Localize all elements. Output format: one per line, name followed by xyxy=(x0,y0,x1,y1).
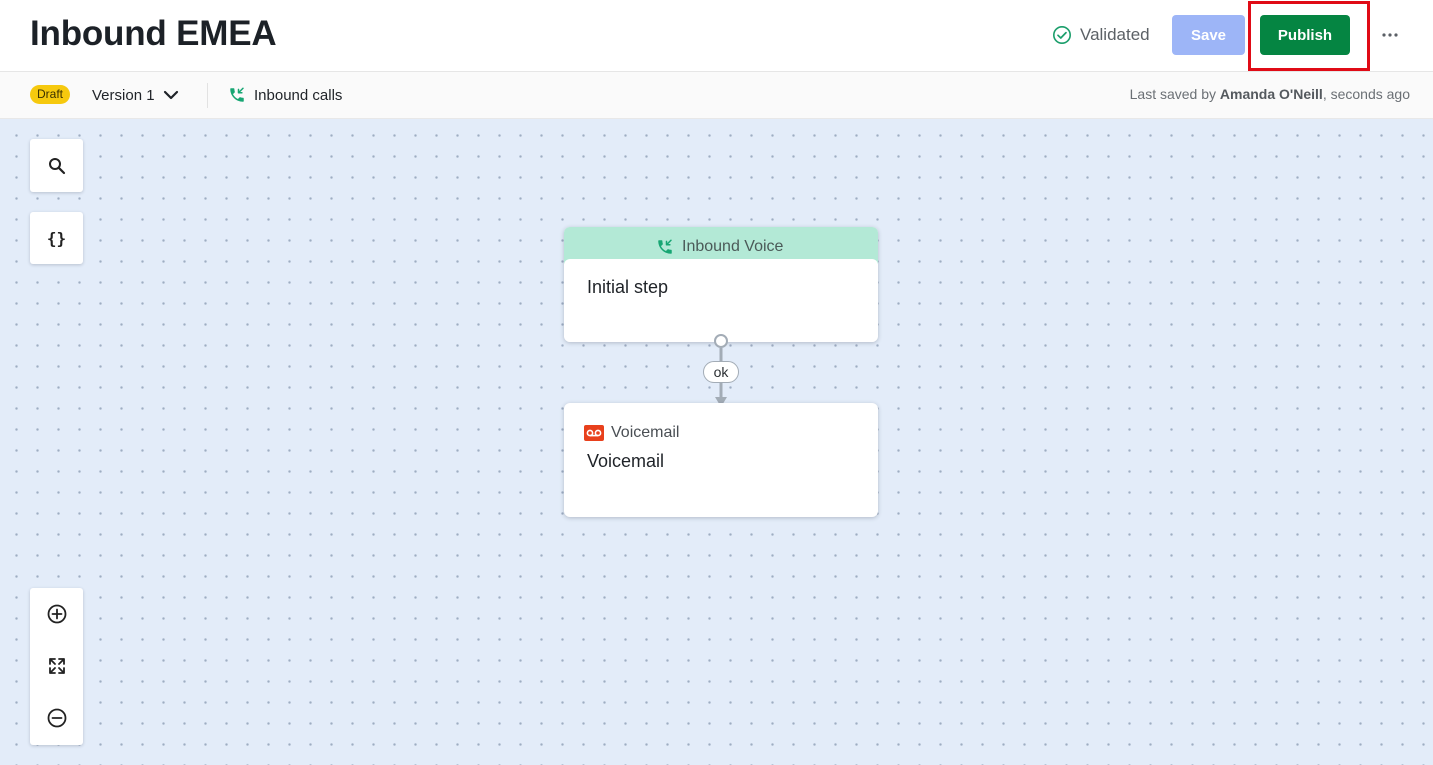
flow-node-initial-step[interactable]: Inbound Voice Initial step xyxy=(564,227,878,342)
flow-header: Inbound EMEA Validated Save Publish xyxy=(0,0,1433,72)
incoming-call-icon xyxy=(658,239,672,254)
more-horizontal-icon xyxy=(1382,33,1398,37)
fit-screen-button[interactable] xyxy=(30,640,83,692)
node-trigger-text: Inbound Voice xyxy=(682,238,784,255)
page-title: Inbound EMEA xyxy=(30,14,277,53)
zoom-controls xyxy=(30,588,83,745)
flow-canvas[interactable]: {} Inbound Voice Initial step ok Voicema… xyxy=(0,119,1433,765)
node-type: Voicemail xyxy=(584,423,679,443)
last-saved-suffix: , seconds ago xyxy=(1322,86,1410,102)
variables-braces-icon: {} xyxy=(46,228,67,248)
search-icon xyxy=(48,157,65,174)
zoom-out-button[interactable] xyxy=(30,692,83,744)
flow-node-voicemail[interactable]: Voicemail Voicemail xyxy=(564,403,878,517)
node-trigger-label: Inbound Voice xyxy=(656,237,783,257)
zoom-out-icon xyxy=(47,708,66,728)
fit-screen-icon xyxy=(48,658,65,674)
chevron-down-icon xyxy=(163,90,178,100)
connector-label: ok xyxy=(703,361,739,383)
voicemail-icon xyxy=(584,425,604,441)
node-title: Initial step xyxy=(587,277,669,297)
last-saved-prefix: Last saved by xyxy=(1129,86,1217,102)
publish-button[interactable]: Publish xyxy=(1260,15,1350,55)
version-dropdown[interactable]: Version 1 xyxy=(92,84,179,106)
version-label: Version 1 xyxy=(92,86,155,104)
subbar-divider xyxy=(207,83,208,108)
search-button[interactable] xyxy=(30,139,83,192)
incoming-call-icon xyxy=(230,87,244,102)
node-title: Voicemail xyxy=(587,451,665,471)
flow-type: Inbound calls xyxy=(228,84,342,106)
node-body: Initial step xyxy=(564,259,878,342)
validation-status-label: Validated xyxy=(1080,25,1150,44)
zoom-in-button[interactable] xyxy=(30,588,83,640)
save-button[interactable]: Save xyxy=(1172,15,1245,55)
check-circle-icon xyxy=(1053,26,1071,44)
validation-status: Validated xyxy=(1052,24,1150,46)
draft-badge: Draft xyxy=(30,85,71,104)
last-saved-user: Amanda O'Neill xyxy=(1219,86,1323,102)
zoom-in-icon xyxy=(47,604,66,624)
flow-info-bar: Draft Version 1 Inbound calls Last saved… xyxy=(0,72,1433,119)
node-type-label: Voicemail xyxy=(611,424,680,441)
last-saved-info: Last saved by Amanda O'Neill, seconds ag… xyxy=(1130,86,1410,102)
flow-type-label: Inbound calls xyxy=(254,86,343,104)
more-options-button[interactable] xyxy=(1378,24,1402,46)
variables-button[interactable]: {} xyxy=(30,212,83,264)
